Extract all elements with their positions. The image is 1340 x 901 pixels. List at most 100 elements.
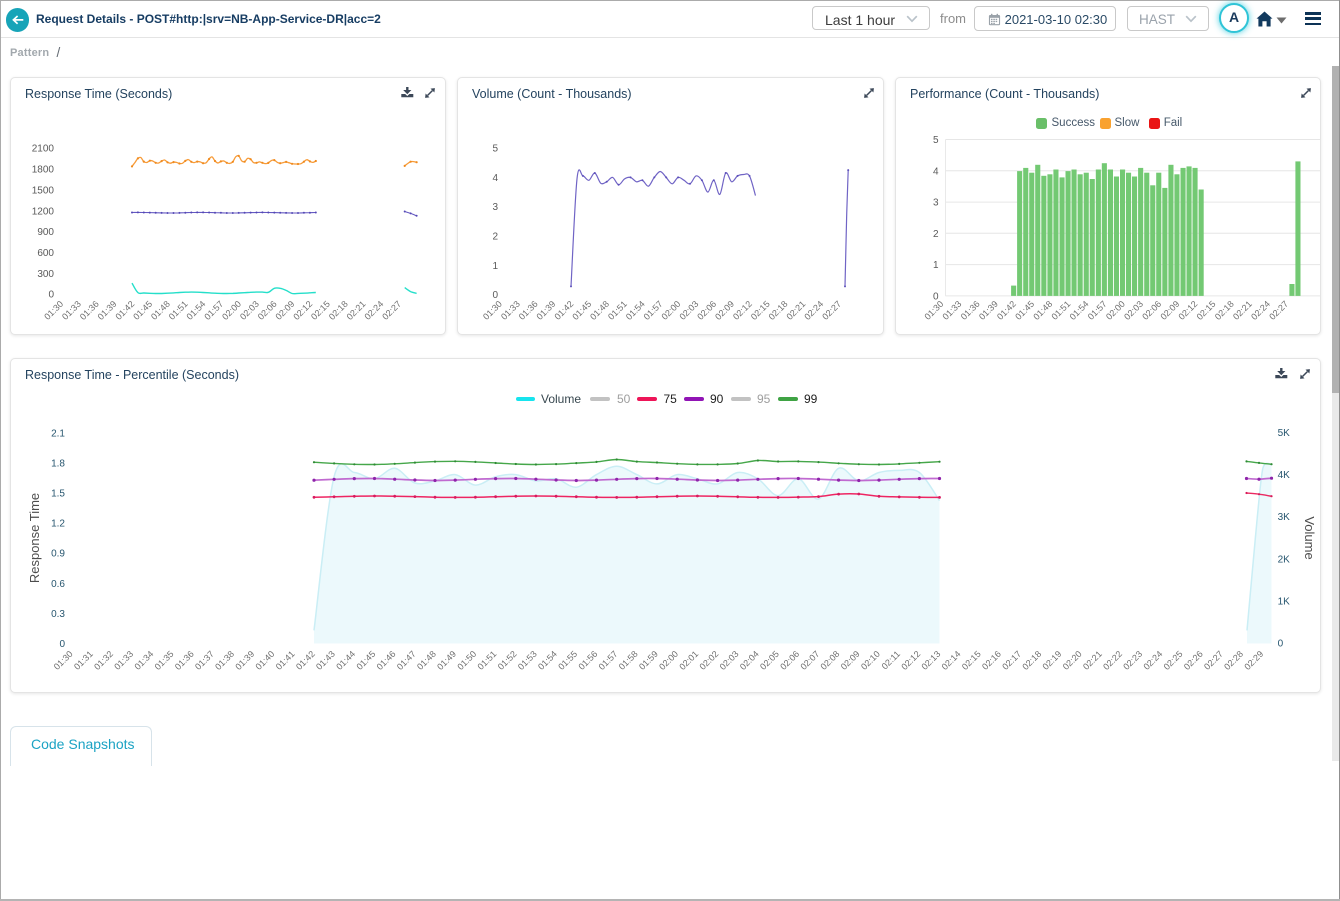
- svg-text:01:45: 01:45: [131, 299, 154, 322]
- svg-text:01:42: 01:42: [995, 299, 1018, 322]
- svg-text:02:06: 02:06: [1140, 299, 1163, 322]
- svg-text:02:04: 02:04: [738, 649, 761, 672]
- svg-text:02:09: 02:09: [839, 649, 862, 672]
- svg-text:4: 4: [933, 166, 939, 177]
- svg-text:02:18: 02:18: [327, 299, 350, 322]
- svg-text:02:15: 02:15: [749, 299, 772, 322]
- svg-text:01:30: 01:30: [42, 299, 65, 322]
- svg-text:02:06: 02:06: [256, 299, 279, 322]
- svg-text:02:27: 02:27: [820, 299, 843, 322]
- svg-text:02:12: 02:12: [1177, 299, 1200, 322]
- svg-text:01:30: 01:30: [52, 649, 75, 672]
- svg-text:02:21: 02:21: [345, 299, 368, 322]
- svg-text:01:51: 01:51: [606, 299, 629, 322]
- svg-text:01:45: 01:45: [1013, 299, 1036, 322]
- svg-text:02:27: 02:27: [1202, 649, 1225, 672]
- svg-text:1.2: 1.2: [51, 519, 65, 530]
- svg-text:02:25: 02:25: [1162, 649, 1185, 672]
- svg-text:01:49: 01:49: [435, 649, 458, 672]
- svg-text:01:38: 01:38: [213, 649, 236, 672]
- svg-text:01:42: 01:42: [294, 649, 317, 672]
- svg-text:02:18: 02:18: [1020, 649, 1043, 672]
- svg-text:02:08: 02:08: [819, 649, 842, 672]
- svg-text:02:19: 02:19: [1041, 649, 1064, 672]
- svg-text:02:15: 02:15: [960, 649, 983, 672]
- svg-text:01:39: 01:39: [535, 299, 558, 322]
- svg-text:01:42: 01:42: [552, 299, 575, 322]
- svg-text:0.9: 0.9: [51, 549, 65, 560]
- svg-text:2: 2: [492, 232, 498, 243]
- svg-text:02:26: 02:26: [1182, 649, 1205, 672]
- svg-text:01:34: 01:34: [132, 649, 155, 672]
- svg-text:01:31: 01:31: [72, 649, 95, 672]
- svg-text:01:33: 01:33: [60, 299, 83, 322]
- svg-text:01:30: 01:30: [481, 299, 504, 322]
- svg-text:01:48: 01:48: [588, 299, 611, 322]
- svg-text:Volume: Volume: [1302, 516, 1317, 559]
- svg-text:1.8: 1.8: [51, 458, 65, 469]
- svg-text:02:09: 02:09: [1158, 299, 1181, 322]
- svg-text:01:41: 01:41: [274, 649, 297, 672]
- svg-text:01:51: 01:51: [167, 299, 190, 322]
- svg-text:01:52: 01:52: [496, 649, 519, 672]
- svg-text:2K: 2K: [1278, 554, 1291, 565]
- svg-text:02:27: 02:27: [380, 299, 403, 322]
- svg-text:0: 0: [48, 290, 54, 301]
- svg-text:02:10: 02:10: [859, 649, 882, 672]
- svg-text:01:54: 01:54: [1068, 299, 1091, 322]
- svg-text:0: 0: [59, 639, 65, 650]
- svg-text:02:24: 02:24: [362, 299, 385, 322]
- svg-text:900: 900: [37, 227, 54, 238]
- svg-text:600: 600: [37, 248, 54, 259]
- svg-text:01:46: 01:46: [375, 649, 398, 672]
- svg-text:02:07: 02:07: [798, 649, 821, 672]
- svg-text:01:43: 01:43: [314, 649, 337, 672]
- svg-text:01:42: 01:42: [113, 299, 136, 322]
- svg-text:02:09: 02:09: [713, 299, 736, 322]
- svg-text:02:17: 02:17: [1000, 649, 1023, 672]
- svg-text:01:48: 01:48: [1031, 299, 1054, 322]
- svg-text:02:03: 02:03: [718, 649, 741, 672]
- svg-text:02:00: 02:00: [220, 299, 243, 322]
- svg-text:02:03: 02:03: [677, 299, 700, 322]
- svg-text:01:48: 01:48: [149, 299, 172, 322]
- svg-text:02:15: 02:15: [1195, 299, 1218, 322]
- svg-text:01:56: 01:56: [576, 649, 599, 672]
- svg-text:01:40: 01:40: [254, 649, 277, 672]
- svg-text:02:21: 02:21: [1231, 299, 1254, 322]
- svg-text:01:54: 01:54: [185, 299, 208, 322]
- svg-text:0: 0: [1278, 639, 1284, 650]
- svg-text:02:00: 02:00: [657, 649, 680, 672]
- svg-text:02:28: 02:28: [1222, 649, 1245, 672]
- svg-text:02:06: 02:06: [695, 299, 718, 322]
- svg-text:02:21: 02:21: [1081, 649, 1104, 672]
- svg-text:01:58: 01:58: [617, 649, 640, 672]
- svg-text:300: 300: [37, 269, 54, 280]
- svg-text:01:51: 01:51: [1049, 299, 1072, 322]
- svg-text:02:21: 02:21: [784, 299, 807, 322]
- svg-text:01:45: 01:45: [570, 299, 593, 322]
- svg-text:0.3: 0.3: [51, 609, 65, 620]
- svg-text:01:33: 01:33: [499, 299, 522, 322]
- svg-text:1: 1: [933, 260, 939, 271]
- svg-text:01:44: 01:44: [334, 649, 357, 672]
- svg-text:01:36: 01:36: [78, 299, 101, 322]
- svg-text:01:39: 01:39: [977, 299, 1000, 322]
- svg-text:0.6: 0.6: [51, 579, 65, 590]
- svg-text:01:50: 01:50: [455, 649, 478, 672]
- svg-text:02:12: 02:12: [899, 649, 922, 672]
- svg-text:1200: 1200: [32, 206, 55, 217]
- svg-text:3: 3: [933, 198, 939, 209]
- svg-text:01:39: 01:39: [233, 649, 256, 672]
- svg-text:1: 1: [492, 261, 498, 272]
- svg-text:3K: 3K: [1278, 512, 1291, 523]
- svg-text:01:53: 01:53: [516, 649, 539, 672]
- svg-text:01:54: 01:54: [536, 649, 559, 672]
- svg-text:01:36: 01:36: [173, 649, 196, 672]
- svg-text:1500: 1500: [32, 185, 55, 196]
- svg-text:4K: 4K: [1278, 470, 1291, 481]
- svg-text:01:32: 01:32: [92, 649, 115, 672]
- svg-text:01:54: 01:54: [624, 299, 647, 322]
- svg-text:02:20: 02:20: [1061, 649, 1084, 672]
- svg-text:01:33: 01:33: [941, 299, 964, 322]
